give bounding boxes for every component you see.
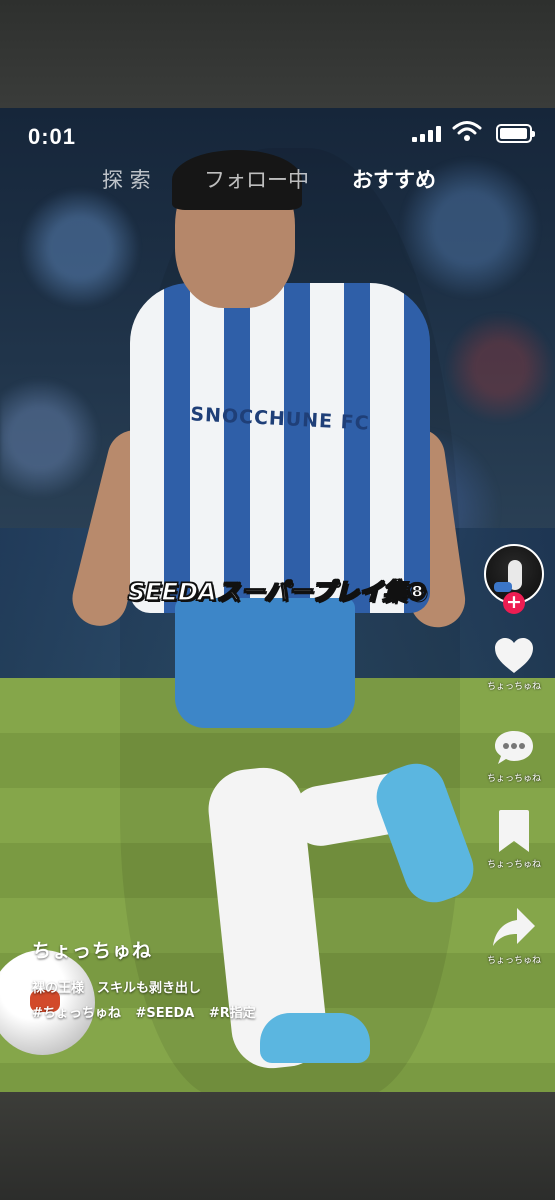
tab-following[interactable]: フォロー中: [204, 164, 309, 194]
feed-tabs: 探 索 フォロー中 おすすめ: [0, 164, 555, 198]
follow-button[interactable]: +: [503, 592, 525, 614]
share-button[interactable]: ちょっちゅね: [482, 906, 546, 966]
hashtag-list: #ちょっちゅね #SEEDA #R指定: [32, 1002, 462, 1021]
player-shorts: [175, 598, 355, 728]
wifi-icon: [452, 121, 482, 141]
comment-count: ちょっちゅね: [486, 774, 541, 784]
share-icon: [493, 908, 535, 946]
like-count: ちょっちゅね: [486, 682, 541, 692]
hashtag-link[interactable]: #ちょっちゅね: [32, 1006, 121, 1021]
cellular-signal-icon: [412, 126, 442, 142]
share-count: ちょっちゅね: [486, 956, 541, 966]
video-caption: ちょっちゅね 裸の王様 スキルも剥き出し #ちょっちゅね #SEEDA #R指定: [32, 936, 462, 1021]
like-button[interactable]: ちょっちゅね: [482, 636, 546, 692]
bookmark-button[interactable]: ちょっちゅね: [482, 808, 546, 870]
heart-icon: [495, 638, 533, 673]
comment-button[interactable]: ちょっちゅね: [482, 728, 546, 784]
tab-explore[interactable]: 探 索: [102, 164, 151, 194]
status-time: 0:01: [28, 124, 77, 149]
screen-top-band: [0, 0, 555, 108]
tab-for-you[interactable]: おすすめ: [352, 164, 436, 194]
comment-icon: [495, 731, 533, 764]
video-overlay-title: SEEDAスーパープレイ集⑧: [127, 577, 428, 606]
hashtag-link[interactable]: #R指定: [209, 1006, 256, 1021]
screen-bottom-band: [0, 1092, 555, 1200]
hashtag-link[interactable]: #SEEDA: [135, 1006, 194, 1021]
bookmark-count: ちょっちゅね: [486, 860, 541, 870]
creator-username[interactable]: ちょっちゅね: [32, 936, 462, 963]
video-description: 裸の王様 スキルも剥き出し: [32, 981, 202, 996]
bookmark-icon: [499, 810, 529, 852]
battery-icon: [496, 124, 535, 143]
player-jersey: [130, 283, 430, 613]
